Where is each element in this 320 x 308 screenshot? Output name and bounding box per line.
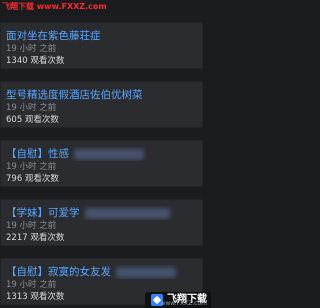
watermark-badge: 飞翔下载 www.FXXZ.com [145, 292, 211, 308]
blurred-text-mask [116, 266, 177, 278]
item-views: 796 观看次数 [6, 174, 59, 184]
item-title-text: 【自慰】寂寞的女友发 [6, 266, 111, 278]
blurred-text-mask [74, 148, 145, 160]
item-title[interactable]: 面对坐在紫色藤荘症 [6, 29, 196, 43]
item-title[interactable]: 【学妹】可爱学 [6, 206, 196, 220]
item-title[interactable]: 【自慰】寂寞的女友发 [6, 265, 196, 279]
item-time-ago: 19 小时 之前 [6, 162, 57, 172]
watermark-text: 飞翔下载 www.FXXZ.com [2, 2, 107, 11]
item-title-text: 型号精选度假酒店佐伯优树菜 [6, 89, 143, 101]
item-title-text: 【自慰】性感 [6, 148, 69, 160]
item-time-ago: 19 小时 之前 [6, 221, 57, 231]
list-item[interactable]: 型号精选度假酒店佐伯优树菜 19 小时 之前 605 观看次数 [0, 81, 203, 128]
item-title-text: 面对坐在紫色藤荘症 [6, 30, 101, 42]
blurred-text-mask [84, 207, 170, 219]
item-title[interactable]: 【自慰】性感 [6, 147, 196, 161]
item-time-ago: 19 小时 之前 [6, 103, 57, 113]
list-item[interactable]: 【自慰】性感 19 小时 之前 796 观看次数 [0, 140, 203, 187]
item-time-ago: 19 小时 之前 [6, 44, 57, 54]
item-time-ago: 19 小时 之前 [6, 280, 57, 290]
item-title-text: 【学妹】可爱学 [6, 207, 80, 219]
list-item[interactable]: 面对坐在紫色藤荘症 19 小时 之前 1340 观看次数 [0, 22, 203, 69]
item-views: 605 观看次数 [6, 115, 59, 125]
screen: 飞翔下载 www.FXXZ.com 面对坐在紫色藤荘症 19 小时 之前 134… [0, 0, 211, 308]
badge-subtext: www.FXXZ.com [160, 300, 207, 307]
list-item[interactable]: 【学妹】可爱学 19 小时 之前 2217 观看次数 [0, 199, 203, 246]
item-title[interactable]: 型号精选度假酒店佐伯优树菜 [6, 88, 196, 102]
video-list: 面对坐在紫色藤荘症 19 小时 之前 1340 观看次数 型号精选度假酒店佐伯优… [0, 22, 211, 308]
item-views: 1340 观看次数 [6, 56, 65, 66]
item-views: 2217 观看次数 [6, 233, 65, 243]
